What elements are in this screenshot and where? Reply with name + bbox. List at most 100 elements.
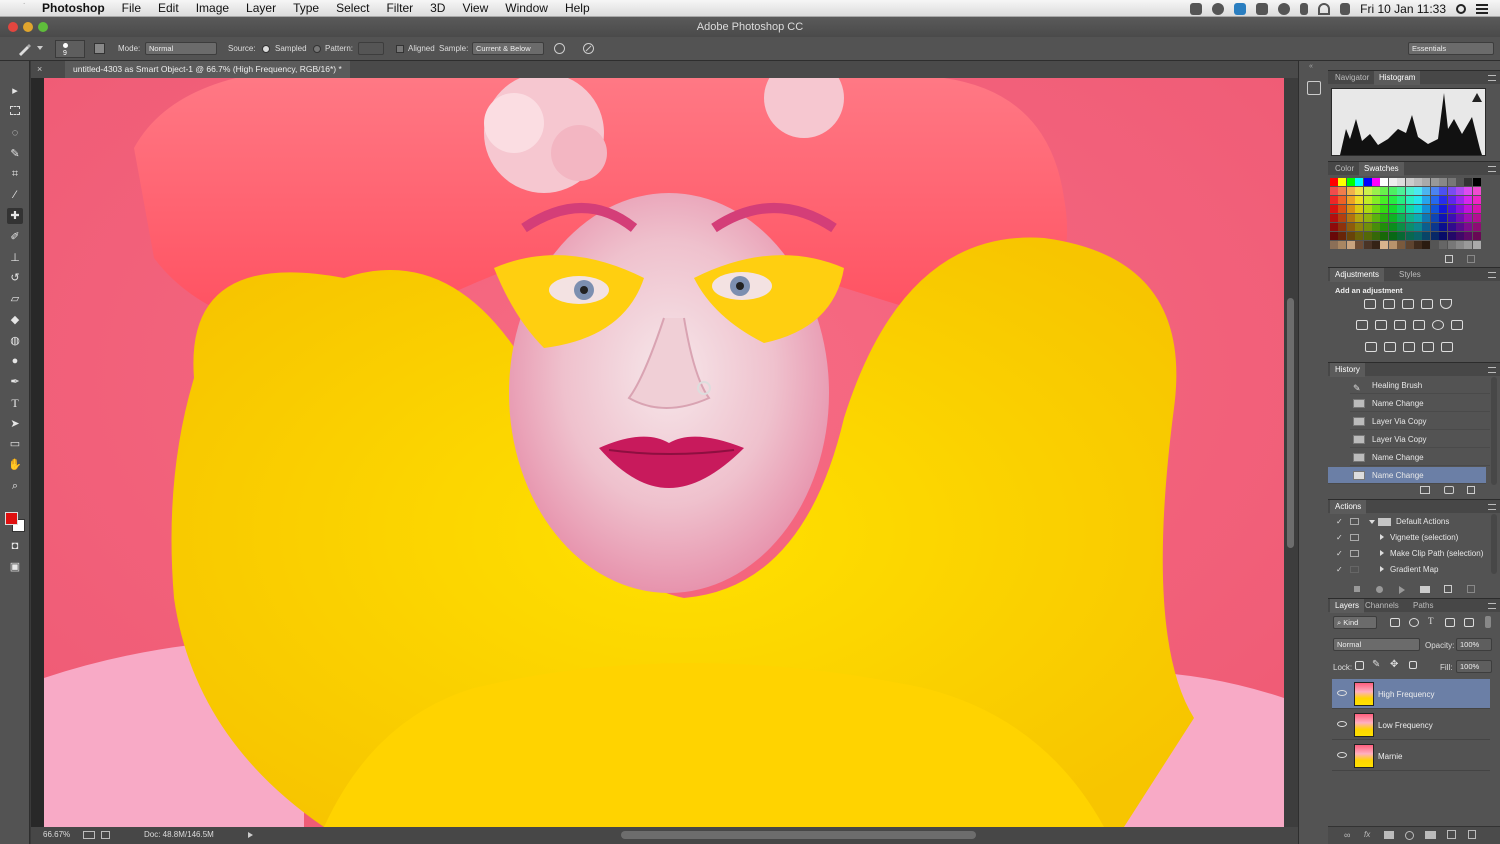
layer-visibility-eye-icon[interactable]: [1337, 752, 1347, 758]
color-swatch[interactable]: [1405, 178, 1414, 186]
new-document-from-state-icon[interactable]: [1420, 486, 1430, 494]
begin-recording-icon[interactable]: [1376, 586, 1383, 593]
new-group-icon[interactable]: [1425, 831, 1436, 839]
history-item[interactable]: Name Change: [1350, 449, 1490, 466]
color-swatch[interactable]: [1456, 205, 1464, 213]
color-swatch[interactable]: [1338, 232, 1347, 240]
crop-tool-icon[interactable]: ⌗: [7, 166, 23, 182]
aligned-checkbox[interactable]: [396, 45, 404, 53]
tab-adjustments[interactable]: Adjustments: [1330, 268, 1385, 282]
quick-selection-tool-icon[interactable]: ✎: [7, 146, 23, 162]
color-swatch[interactable]: [1338, 241, 1347, 249]
color-swatch[interactable]: [1363, 196, 1372, 204]
lock-image-pixels-icon[interactable]: ✎: [1372, 659, 1380, 670]
brightness-contrast-icon[interactable]: [1364, 299, 1376, 309]
color-swatch[interactable]: [1464, 205, 1473, 213]
color-swatch[interactable]: [1430, 196, 1439, 204]
menu-app-name[interactable]: Photoshop: [42, 1, 105, 15]
color-swatch[interactable]: [1414, 178, 1422, 186]
color-swatch[interactable]: [1380, 196, 1389, 204]
add-mask-icon[interactable]: [1384, 831, 1394, 839]
curves-icon[interactable]: [1402, 299, 1414, 309]
opacity-input[interactable]: 100%: [1456, 638, 1492, 651]
filter-adjustment-layers-icon[interactable]: [1409, 618, 1419, 627]
color-swatch[interactable]: [1388, 178, 1397, 186]
color-swatch[interactable]: [1456, 187, 1464, 195]
color-swatch[interactable]: [1464, 187, 1473, 195]
color-swatch[interactable]: [1405, 223, 1414, 231]
tab-channels[interactable]: Channels: [1360, 599, 1404, 613]
layer-name[interactable]: High Frequency: [1378, 690, 1434, 699]
color-swatch[interactable]: [1439, 196, 1448, 204]
color-swatch[interactable]: [1472, 178, 1481, 186]
pressure-size-icon[interactable]: [582, 42, 595, 55]
color-swatch[interactable]: [1397, 205, 1406, 213]
delete-swatch-icon[interactable]: [1467, 255, 1475, 263]
healing-brush-tool-icon[interactable]: [16, 41, 32, 57]
new-action-icon[interactable]: [1444, 585, 1452, 593]
color-swatch[interactable]: [1397, 241, 1406, 249]
lock-position-icon[interactable]: ✥: [1390, 659, 1398, 670]
vibrance-icon[interactable]: [1440, 299, 1452, 309]
color-swatch[interactable]: [1330, 187, 1338, 195]
color-swatch[interactable]: [1447, 214, 1456, 222]
color-swatch[interactable]: [1464, 196, 1473, 204]
menu-type[interactable]: Type: [293, 1, 319, 15]
color-swatch[interactable]: [1355, 178, 1364, 186]
levels-icon[interactable]: [1383, 299, 1395, 309]
posterize-icon[interactable]: [1384, 342, 1396, 352]
volume-icon[interactable]: [1340, 2, 1351, 15]
clone-stamp-tool-icon[interactable]: ⊥: [7, 250, 23, 266]
color-swatch[interactable]: [1380, 178, 1389, 186]
color-swatch[interactable]: [1363, 214, 1372, 222]
color-swatch[interactable]: [1414, 214, 1422, 222]
history-item[interactable]: Name Change: [1350, 395, 1490, 412]
histogram-panel-menu-icon[interactable]: [1488, 75, 1496, 81]
color-swatch[interactable]: [1447, 241, 1456, 249]
color-swatch[interactable]: [1338, 196, 1347, 204]
properties-panel-icon[interactable]: [1307, 81, 1321, 95]
color-swatch[interactable]: [1397, 187, 1406, 195]
color-swatch[interactable]: [1346, 187, 1355, 195]
color-swatch[interactable]: [1397, 232, 1406, 240]
exposure-icon[interactable]: [1421, 299, 1433, 309]
evernote-icon[interactable]: [1190, 2, 1203, 15]
color-swatch[interactable]: [1405, 187, 1414, 195]
dialog-toggle-icon[interactable]: [1350, 566, 1359, 573]
color-swatch[interactable]: [1330, 205, 1338, 213]
lasso-tool-icon[interactable]: ◌: [7, 125, 23, 141]
color-swatch[interactable]: [1439, 205, 1448, 213]
color-swatch[interactable]: [1330, 214, 1338, 222]
zoom-window-button[interactable]: [38, 22, 48, 32]
menu-image[interactable]: Image: [196, 1, 229, 15]
color-swatch[interactable]: [1397, 214, 1406, 222]
expand-triangle-icon[interactable]: [1369, 520, 1375, 524]
action-set-row[interactable]: ✓ Default Actions: [1328, 514, 1490, 529]
dialog-toggle-icon[interactable]: [1350, 518, 1359, 525]
color-lookup-icon[interactable]: [1451, 320, 1463, 330]
tool-preset-dropdown-icon[interactable]: [37, 46, 43, 50]
color-swatch[interactable]: [1422, 187, 1431, 195]
color-swatch[interactable]: [1355, 241, 1364, 249]
color-swatch[interactable]: [1346, 205, 1355, 213]
color-swatch[interactable]: [1414, 223, 1422, 231]
color-swatch[interactable]: [1338, 178, 1347, 186]
new-layer-icon[interactable]: [1447, 830, 1456, 839]
close-window-button[interactable]: [8, 22, 18, 32]
dodge-tool-icon[interactable]: ●: [7, 353, 23, 369]
twitter-icon[interactable]: [1234, 2, 1247, 15]
black-white-icon[interactable]: [1394, 320, 1406, 330]
wifi-icon[interactable]: [1318, 2, 1331, 15]
color-swatch[interactable]: [1346, 241, 1355, 249]
color-swatch[interactable]: [1472, 241, 1481, 249]
brush-tool-icon[interactable]: ✐: [7, 229, 23, 245]
menu-view[interactable]: View: [462, 1, 488, 15]
action-row[interactable]: ✓ Gradient Map: [1328, 562, 1490, 577]
color-swatch[interactable]: [1439, 241, 1448, 249]
eyedropper-tool-icon[interactable]: ⁄: [7, 187, 23, 203]
layer-name[interactable]: Low Frequency: [1378, 721, 1433, 730]
channel-mixer-icon[interactable]: [1432, 320, 1444, 330]
new-fill-adjustment-icon[interactable]: [1405, 831, 1414, 840]
creative-cloud-icon[interactable]: [1212, 2, 1225, 15]
delete-history-state-icon[interactable]: [1467, 486, 1475, 494]
